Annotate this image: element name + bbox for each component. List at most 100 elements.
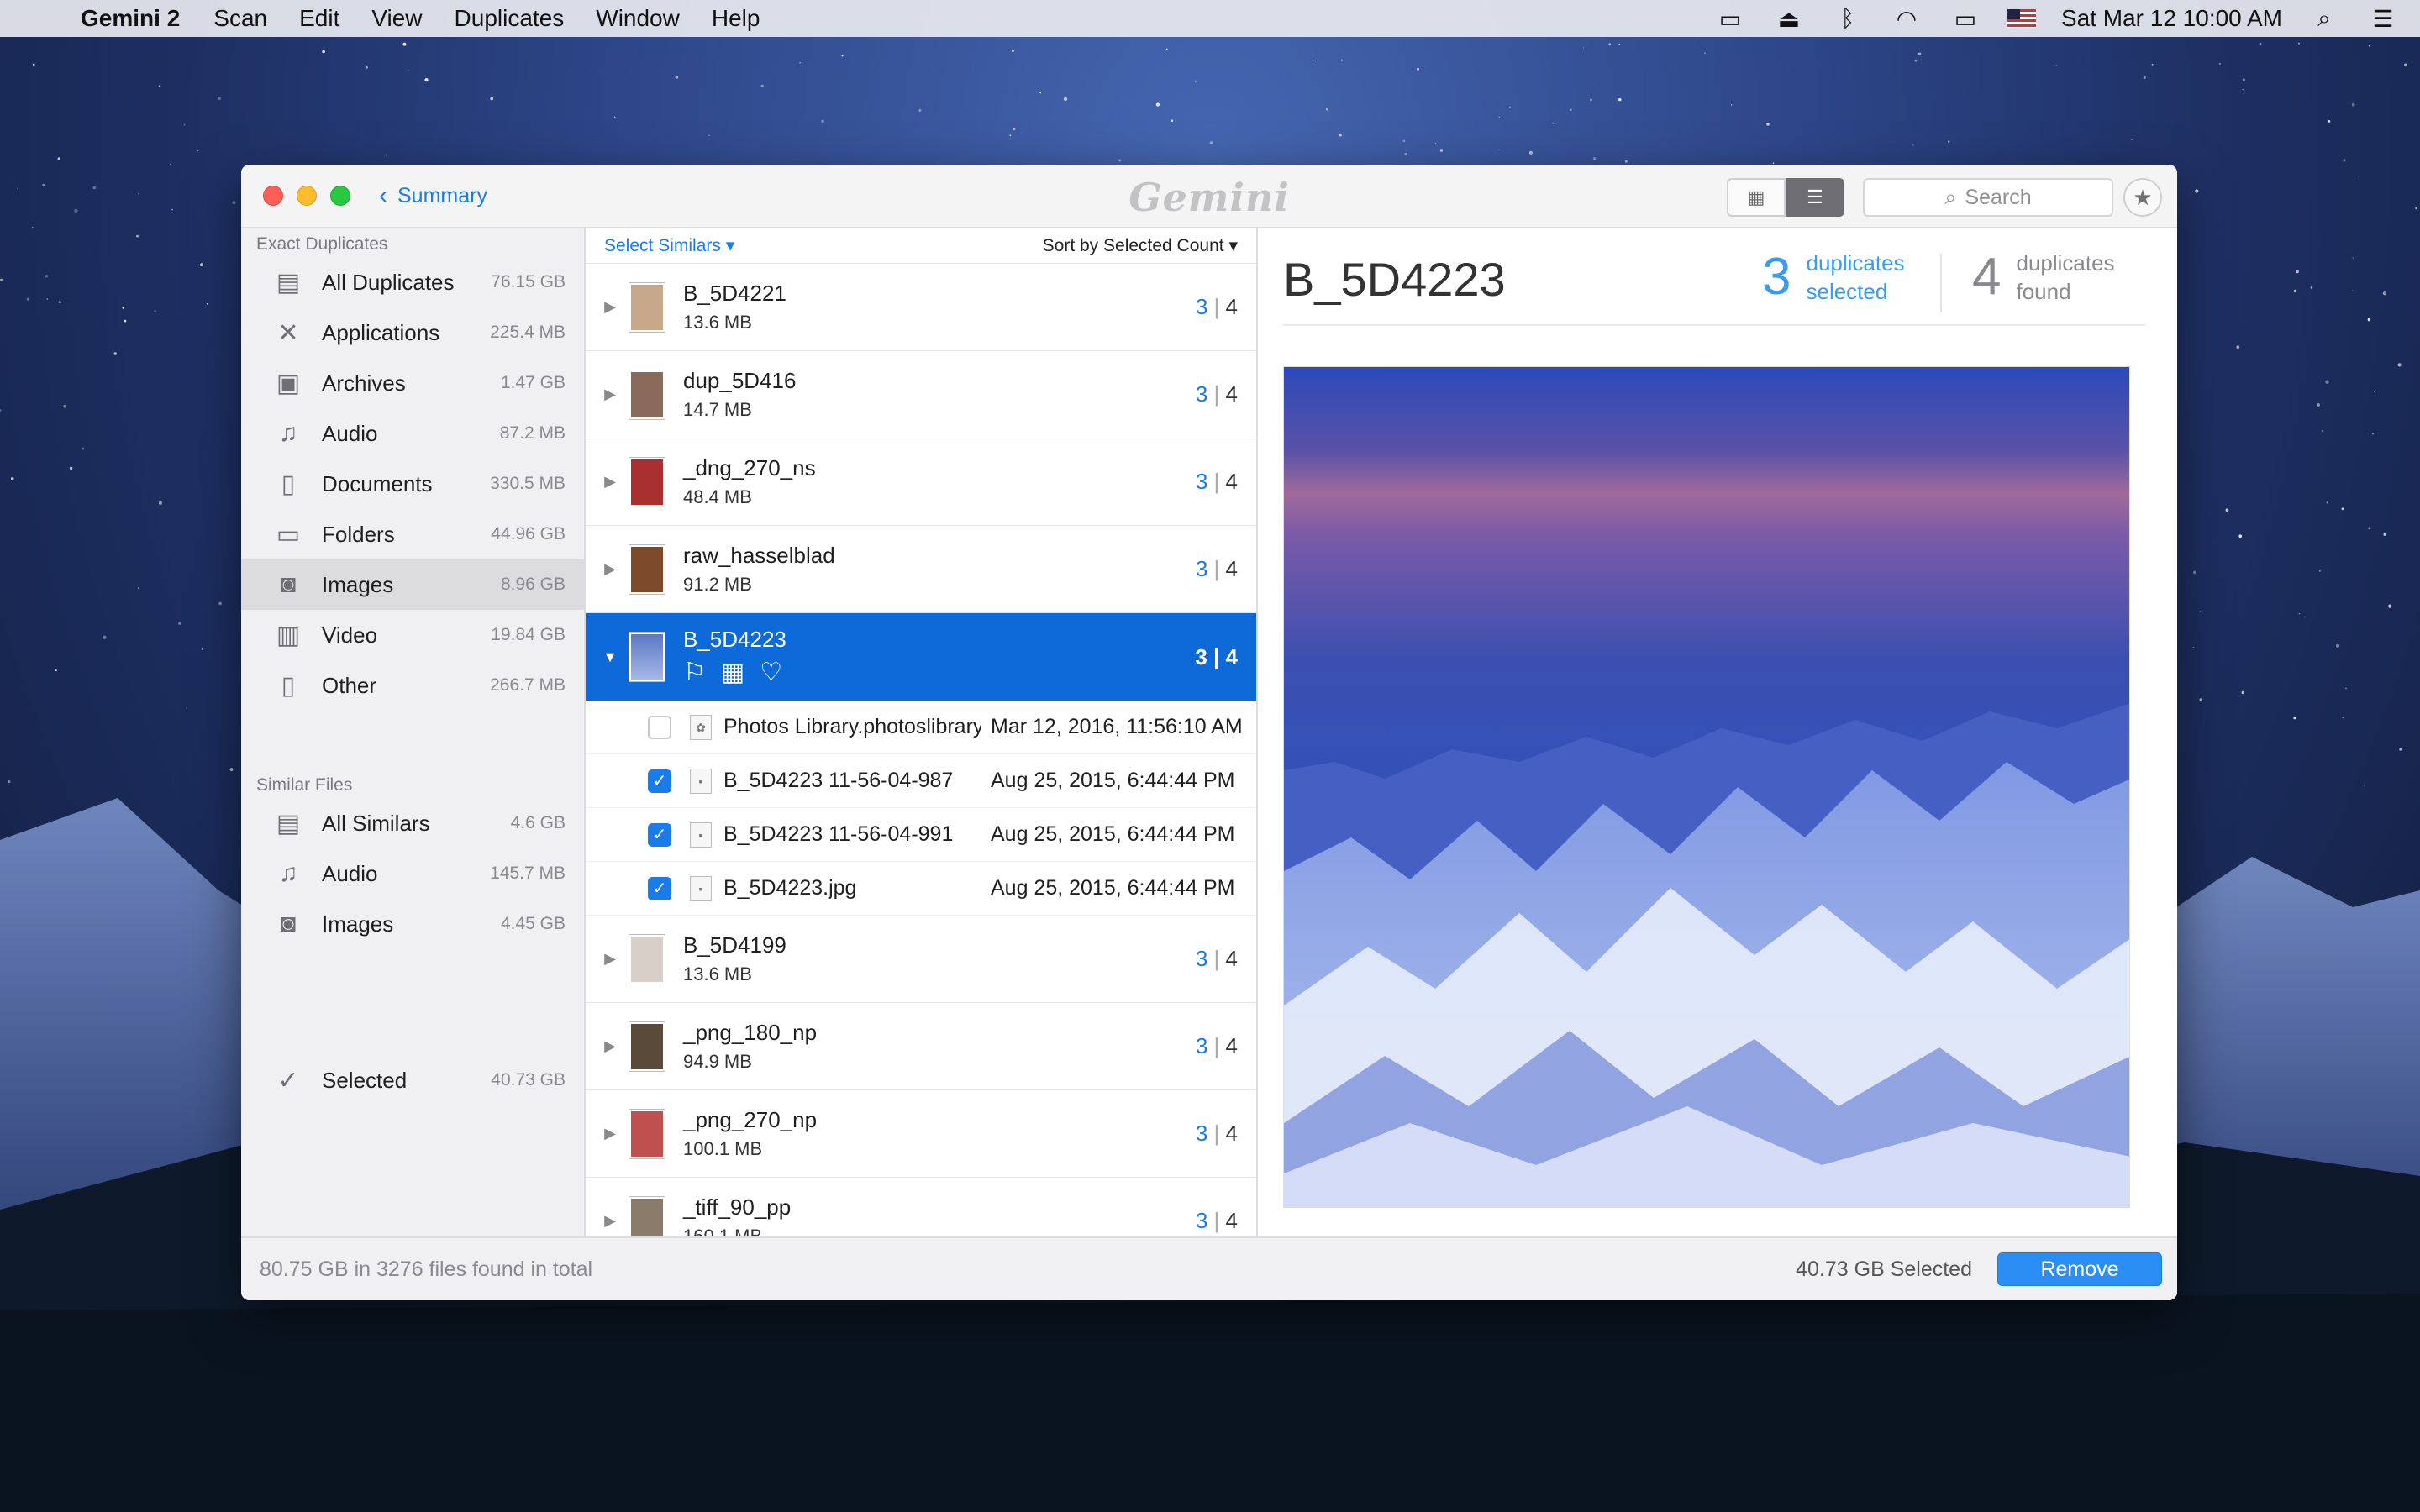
- display-icon[interactable]: ▭: [1713, 5, 1747, 33]
- duplicate-file-row[interactable]: ✿ Photos Library.photoslibrary Mar 12, 201…: [586, 701, 1256, 754]
- disclosure-closed-icon[interactable]: ▶: [591, 298, 629, 316]
- sidebar-item-label: Selected: [322, 1067, 408, 1093]
- sidebar-item-selected[interactable]: ✓ Selected 40.73 GB: [241, 1055, 584, 1105]
- duplicate-file-row[interactable]: ✓ ▪ B_5D4223.jpg Aug 25, 2015, 6:44:44 PM: [586, 862, 1256, 916]
- menu-scan[interactable]: Scan: [213, 5, 267, 32]
- group-row[interactable]: ▶ B_5D4199 13.6 MB 3 | 4: [586, 916, 1256, 1003]
- group-row[interactable]: ▶ raw_hasselblad 91.2 MB 3 | 4: [586, 526, 1256, 613]
- star: [2325, 380, 2329, 384]
- sidebar-item-size: 76.15 GB: [491, 272, 566, 291]
- heart-icon[interactable]: ♡: [760, 658, 782, 687]
- duplicate-file-row[interactable]: ✓ ▪ B_5D4223 11-56-04-991 Aug 25, 2015, 6:4…: [586, 808, 1256, 862]
- total-found-text: 80.75 GB in 3276 files found in total: [260, 1257, 593, 1281]
- group-row[interactable]: ▶ _png_270_np 100.1 MB 3 | 4: [586, 1090, 1256, 1178]
- file-date: Aug 25, 2015, 6:44:44 PM: [991, 822, 1235, 846]
- star: [170, 163, 171, 165]
- star: [1552, 122, 1555, 124]
- group-count: 3 | 4: [1195, 1121, 1238, 1146]
- sidebar-item-archives[interactable]: ▣ Archives 1.47 GB: [241, 358, 584, 408]
- file-checkbox[interactable]: [648, 715, 671, 739]
- file-checkbox[interactable]: ✓: [648, 876, 671, 900]
- disclosure-closed-icon[interactable]: ▶: [591, 386, 629, 403]
- star: [178, 622, 182, 625]
- star: [1918, 52, 1922, 56]
- bluetooth-icon[interactable]: ᛒ: [1831, 5, 1865, 32]
- menu-window[interactable]: Window: [596, 5, 680, 32]
- sidebar-item-audio[interactable]: ♫ Audio 87.2 MB: [241, 408, 584, 459]
- disclosure-closed-icon[interactable]: ▶: [591, 950, 629, 968]
- us-flag-icon[interactable]: [2007, 9, 2036, 28]
- star: [32, 63, 35, 66]
- group-row[interactable]: ▶ B_5D4221 13.6 MB 3 | 4: [586, 264, 1256, 351]
- back-to-summary-link[interactable]: ‹ Summary: [379, 181, 487, 210]
- sidebar-item-other[interactable]: ▯ Other 266.7 MB: [241, 660, 584, 711]
- star: [2358, 176, 2360, 177]
- star: [1570, 108, 1572, 112]
- calendar-icon[interactable]: ▦: [721, 658, 744, 687]
- group-row[interactable]: ▶ _tiff_90_pp 160.1 MB 3 | 4: [586, 1178, 1256, 1236]
- close-button[interactable]: [263, 186, 283, 206]
- menu-edit[interactable]: Edit: [299, 5, 339, 32]
- signpost-icon[interactable]: ⚐: [683, 658, 706, 687]
- sidebar-item-size: 4.45 GB: [500, 914, 566, 933]
- star: [1914, 59, 1918, 62]
- sidebar-item-all-similars[interactable]: ▤ All Similars 4.6 GB: [241, 798, 584, 848]
- battery-icon[interactable]: ▭: [1949, 5, 1982, 33]
- sidebar-item-audio[interactable]: ♫ Audio 145.7 MB: [241, 848, 584, 899]
- spotlight-search-icon[interactable]: ⌕: [2307, 5, 2341, 33]
- disclosure-closed-icon[interactable]: ▶: [591, 1212, 629, 1230]
- star: [31, 227, 34, 228]
- disclosure-closed-icon[interactable]: ▶: [591, 560, 629, 578]
- disclosure-open-icon[interactable]: ▼: [591, 648, 629, 666]
- gemini-logo: Gemini: [1128, 175, 1290, 220]
- notification-center-icon[interactable]: ☰: [2366, 5, 2400, 33]
- minimize-button[interactable]: [297, 186, 317, 206]
- list-view-icon[interactable]: ☰: [1786, 178, 1844, 217]
- sidebar-item-images[interactable]: ◙ Images 4.45 GB: [241, 899, 584, 949]
- menu-app-name[interactable]: Gemini 2: [81, 5, 180, 32]
- search-input[interactable]: ⌕ Search: [1863, 178, 2113, 217]
- menu-view[interactable]: View: [371, 5, 422, 32]
- zoom-button[interactable]: [330, 186, 350, 206]
- disclosure-closed-icon[interactable]: ▶: [591, 1037, 629, 1055]
- disclosure-closed-icon[interactable]: ▶: [591, 473, 629, 491]
- sidebar-item-documents[interactable]: ▯ Documents 330.5 MB: [241, 459, 584, 509]
- file-date: Mar 12, 2016, 11:56:10 AM: [991, 715, 1243, 738]
- airplay-icon[interactable]: ⏏: [1772, 5, 1806, 33]
- star: [1312, 60, 1314, 61]
- sidebar-item-all-duplicates[interactable]: ▤ All Duplicates 76.15 GB: [241, 257, 584, 307]
- file-checkbox[interactable]: ✓: [648, 822, 671, 847]
- disclosure-closed-icon[interactable]: ▶: [591, 1125, 629, 1142]
- sidebar-item-label: Audio: [322, 860, 378, 886]
- duplicate-file-row[interactable]: ✓ ▪ B_5D4223 11-56-04-987 Aug 25, 2015, 6:4…: [586, 754, 1256, 808]
- star-icon[interactable]: ★: [2123, 178, 2162, 217]
- sidebar-item-size: 8.96 GB: [500, 575, 566, 594]
- group-row[interactable]: ▶ dup_5D416 14.7 MB 3 | 4: [586, 351, 1256, 438]
- star: [1528, 150, 1533, 155]
- sidebar-item-applications[interactable]: ✕ Applications 225.4 MB: [241, 307, 584, 358]
- grid-view-icon[interactable]: ▦: [1727, 178, 1786, 217]
- remove-button[interactable]: Remove: [1997, 1252, 2162, 1286]
- sidebar-item-images[interactable]: ◙ Images 8.96 GB: [241, 559, 584, 610]
- expanded-group-row[interactable]: ▼ B_5D4223 ⚐ ▦ ♡ 3 | 4: [586, 613, 1256, 701]
- wifi-icon[interactable]: ◠: [1890, 5, 1923, 33]
- file-checkbox[interactable]: ✓: [648, 769, 671, 793]
- star: [2352, 290, 2354, 291]
- star: [1508, 106, 1512, 108]
- sort-dropdown[interactable]: Sort by Selected Count ▾: [1043, 235, 1238, 256]
- menubar-clock[interactable]: Sat Mar 12 10:00 AM: [2061, 5, 2282, 32]
- menu-duplicates[interactable]: Duplicates: [455, 5, 565, 32]
- file-date: Aug 25, 2015, 6:44:44 PM: [991, 876, 1235, 900]
- group-row[interactable]: ▶ _png_180_np 94.9 MB 3 | 4: [586, 1003, 1256, 1090]
- star: [2293, 289, 2297, 293]
- star: [1339, 134, 1342, 137]
- select-similars-dropdown[interactable]: Select Similars ▾: [604, 235, 734, 256]
- star: [490, 97, 494, 101]
- sidebar-item-video[interactable]: ▥ Video 19.84 GB: [241, 610, 584, 660]
- group-row[interactable]: ▶ _dng_270_ns 48.4 MB 3 | 4: [586, 438, 1256, 526]
- gemini-window: ‹ Summary Gemini ▦ ☰ ⌕ Search ★ Exact Du…: [241, 165, 2177, 1300]
- group-size: 13.6 MB: [683, 963, 752, 984]
- sidebar-item-folders[interactable]: ▭ Folders 44.96 GB: [241, 509, 584, 559]
- menu-help[interactable]: Help: [712, 5, 760, 32]
- sidebar-item-size: 4.6 GB: [510, 813, 566, 832]
